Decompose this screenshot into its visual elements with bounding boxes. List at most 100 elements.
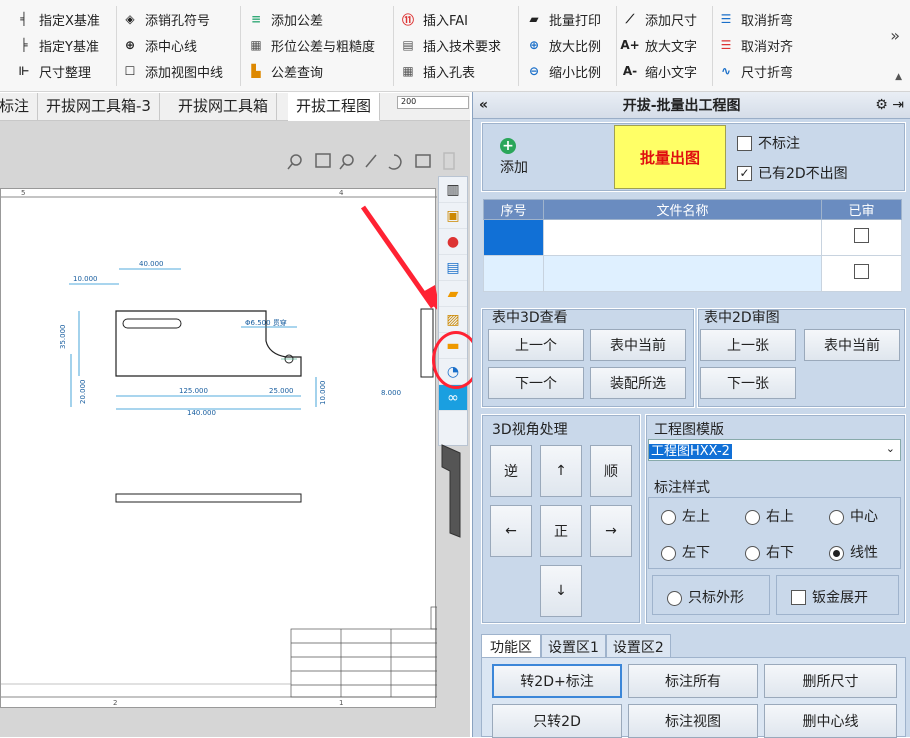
dim-text: 25.000 bbox=[269, 387, 294, 395]
current-3d-button[interactable]: 表中当前 bbox=[590, 329, 686, 361]
radio[interactable] bbox=[745, 509, 760, 525]
property-icon[interactable]: ▣ bbox=[439, 203, 467, 229]
batch-output-button[interactable]: 批量出图 bbox=[614, 125, 726, 189]
batch-print-button[interactable]: ▰ 批量打印 bbox=[526, 6, 601, 32]
radio[interactable] bbox=[661, 509, 676, 525]
enlarge-text-button[interactable]: A+ 放大文字 bbox=[620, 32, 697, 58]
radio[interactable] bbox=[829, 545, 844, 561]
annotate-view-button[interactable]: 标注视图 bbox=[628, 704, 758, 738]
dim-arrange-button[interactable]: ⊩ 尺寸整理 bbox=[16, 58, 100, 84]
appearance-icon[interactable]: ● bbox=[439, 229, 467, 255]
tab-settings-1[interactable]: 设置区1 bbox=[541, 634, 606, 658]
assembly-select-button[interactable]: 装配所选 bbox=[590, 367, 686, 399]
convert-2d-only-button[interactable]: 只转2D bbox=[492, 704, 622, 738]
dim-text: 40.000 bbox=[139, 260, 164, 268]
style-radio-top-right[interactable]: 右上 bbox=[745, 506, 794, 526]
set-y-datum-button[interactable]: ╞ 指定Y基准 bbox=[16, 32, 100, 58]
style-radio-bottom-right[interactable]: 右下 bbox=[745, 542, 794, 562]
rotate-cw-button[interactable]: 顺 bbox=[590, 445, 632, 497]
next-3d-button[interactable]: 下一个 bbox=[488, 367, 584, 399]
insert-tech-req-button[interactable]: ▤ 插入技术要求 bbox=[400, 32, 501, 58]
add-pin-symbol-button[interactable]: ◈ 添销孔符号 bbox=[122, 6, 223, 32]
tab-annotate[interactable]: 标注 bbox=[0, 93, 39, 121]
style-radio-center[interactable]: 中心 bbox=[829, 506, 878, 526]
radio[interactable] bbox=[745, 545, 760, 561]
outline-only-radio[interactable]: 只标外形 bbox=[667, 587, 744, 607]
add-tolerance-button[interactable]: ≡ 添加公差 bbox=[248, 6, 375, 32]
add-centerline-button[interactable]: ⊕ 添中心线 bbox=[122, 32, 223, 58]
tolerance-query-button[interactable]: ▙ 公差查询 bbox=[248, 58, 375, 84]
delete-centerline-button[interactable]: 删中心线 bbox=[764, 704, 897, 738]
row-filename-cell[interactable] bbox=[543, 219, 822, 256]
ribbon-collapse-icon[interactable]: ▲ bbox=[895, 72, 902, 82]
zoom-scale-in-button[interactable]: ⊕ 放大比例 bbox=[526, 32, 601, 58]
sheetmetal-check[interactable] bbox=[791, 589, 806, 605]
style-radio-linear[interactable]: 线性 bbox=[829, 542, 878, 562]
row-filename-cell[interactable] bbox=[543, 255, 822, 292]
no-mark-checkbox[interactable]: 不标注 bbox=[737, 133, 800, 153]
radio[interactable] bbox=[661, 545, 676, 561]
style-radio-bottom-left[interactable]: 左下 bbox=[661, 542, 710, 562]
ribbon-more-button[interactable]: » bbox=[890, 26, 900, 45]
tab-toolbox-3[interactable]: 开拔网工具箱-3 bbox=[38, 93, 160, 121]
gdt-roughness-button[interactable]: ▦ 形位公差与粗糙度 bbox=[248, 32, 375, 58]
scale-field[interactable]: 200 bbox=[397, 96, 469, 109]
view-icon bbox=[443, 152, 455, 170]
next-2d-button[interactable]: 下一张 bbox=[700, 367, 796, 399]
zoom-scale-out-button[interactable]: ⊖ 缩小比例 bbox=[526, 58, 601, 84]
insert-hole-table-button[interactable]: ▦ 插入孔表 bbox=[400, 58, 501, 84]
row-index-cell[interactable] bbox=[483, 219, 544, 256]
tab-function[interactable]: 功能区 bbox=[481, 634, 541, 658]
prev-2d-button[interactable]: 上一张 bbox=[700, 329, 796, 361]
tab-toolbox[interactable]: 开拔网工具箱 bbox=[170, 93, 278, 121]
table-row[interactable] bbox=[483, 255, 902, 292]
current-2d-button[interactable]: 表中当前 bbox=[804, 329, 900, 361]
convert-2d-annotate-button[interactable]: 转2D+标注 bbox=[492, 664, 622, 698]
rotate-ccw-button[interactable]: 逆 bbox=[490, 445, 532, 497]
part-icon[interactable]: ▥ bbox=[439, 177, 467, 203]
settings-icon[interactable]: ⚙ ⇥ bbox=[875, 97, 904, 113]
view-front-button[interactable]: 正 bbox=[540, 505, 582, 557]
drawing-sheet[interactable]: 5 4 2 1 40.000 10.000 Φ6.500 贯穿 35.000 2… bbox=[0, 188, 437, 708]
style-radio-top-left[interactable]: 左上 bbox=[661, 506, 710, 526]
reviewed-check[interactable] bbox=[854, 264, 869, 279]
skip-2d-checkbox[interactable]: ✓ 已有2D不出图 bbox=[737, 163, 848, 183]
view-left-button[interactable]: ← bbox=[490, 505, 532, 557]
reviewed-check[interactable] bbox=[854, 228, 869, 243]
add-button[interactable]: + 添加 bbox=[488, 125, 610, 189]
view-down-button[interactable]: ↓ bbox=[540, 565, 582, 617]
tab-settings-2[interactable]: 设置区2 bbox=[605, 634, 671, 658]
row-reviewed-cell[interactable] bbox=[821, 255, 902, 292]
dim-bend-button[interactable]: ∿ 尺寸折弯 bbox=[718, 58, 793, 84]
add-dimension-button[interactable]: ⟋ 添加尺寸 bbox=[622, 6, 697, 32]
annotate-all-button[interactable]: 标注所有 bbox=[628, 664, 758, 698]
cancel-bend-button[interactable]: ☰ 取消折弯 bbox=[718, 6, 793, 32]
radio[interactable] bbox=[667, 590, 682, 606]
template-select[interactable]: 工程图HXX-2 ⌄ bbox=[648, 439, 901, 461]
set-x-datum-button[interactable]: ╡ 指定X基准 bbox=[16, 6, 100, 32]
delete-dims-button[interactable]: 删所尺寸 bbox=[764, 664, 897, 698]
drawing-tool-icon[interactable]: ▨ bbox=[439, 307, 467, 333]
prev-3d-button[interactable]: 上一个 bbox=[488, 329, 584, 361]
shrink-text-button[interactable]: A- 缩小文字 bbox=[622, 58, 697, 84]
skip-2d-check[interactable]: ✓ bbox=[737, 165, 752, 181]
row-index-cell[interactable] bbox=[483, 255, 544, 292]
view-right-button[interactable]: → bbox=[590, 505, 632, 557]
cancel-align-button[interactable]: ☰ 取消对齐 bbox=[718, 32, 793, 58]
list-icon[interactable]: ▤ bbox=[439, 255, 467, 281]
folder-icon[interactable]: ▰ bbox=[439, 281, 467, 307]
tab-drawing[interactable]: 开拔工程图 bbox=[288, 93, 381, 121]
ribbon-separator bbox=[712, 6, 713, 86]
radio[interactable] bbox=[829, 509, 844, 525]
drawing-area[interactable]: 5 4 2 1 40.000 10.000 Φ6.500 贯穿 35.000 2… bbox=[0, 121, 480, 737]
fai-icon: ⑪ bbox=[401, 12, 414, 27]
table-row[interactable] bbox=[483, 219, 902, 256]
collapse-icon[interactable]: « bbox=[479, 97, 488, 113]
sheetmetal-checkbox[interactable]: 钣金展开 bbox=[791, 587, 868, 607]
part-slot bbox=[122, 318, 182, 329]
add-view-centerline-button[interactable]: ☐ 添加视图中线 bbox=[122, 58, 223, 84]
view-up-button[interactable]: ↑ bbox=[540, 445, 582, 497]
no-mark-check[interactable] bbox=[737, 135, 752, 151]
row-reviewed-cell[interactable] bbox=[821, 219, 902, 256]
insert-fai-button[interactable]: ⑪ 插入FAI bbox=[400, 6, 501, 32]
